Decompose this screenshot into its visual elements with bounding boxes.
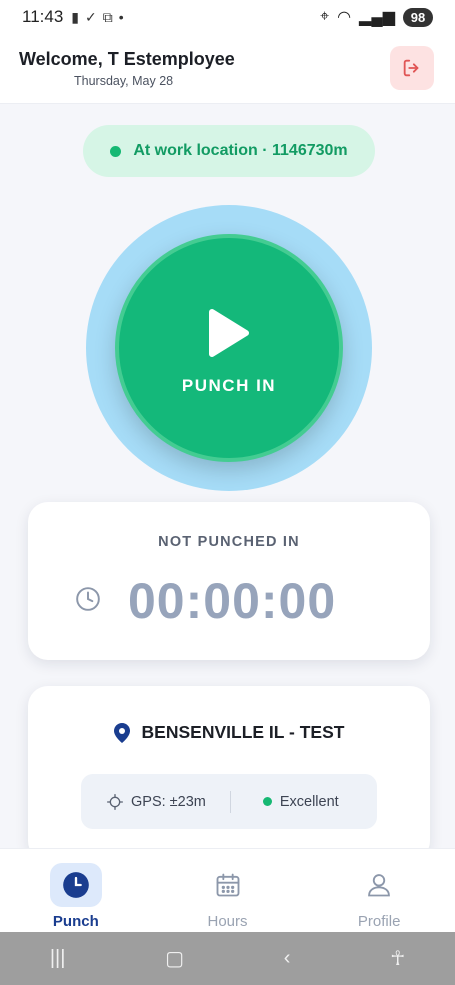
punch-in-label: PUNCH IN [181, 376, 277, 395]
person-icon [368, 874, 391, 897]
punch-status-title: NOT PUNCHED IN [158, 534, 300, 550]
play-icon [209, 309, 249, 357]
check-icon: ✓ [85, 8, 97, 25]
logout-button[interactable] [390, 46, 434, 90]
location-icon: ⌖ [320, 8, 330, 25]
clock-icon [76, 587, 100, 611]
logout-icon [403, 59, 419, 77]
nav-item-hours[interactable]: Hours [152, 849, 304, 932]
welcome-title: Welcome, T Estemployee [19, 49, 235, 69]
dot-icon: • [118, 9, 124, 25]
nav-label-punch: Punch [52, 913, 99, 930]
gps-accuracy: GPS: ±23m [131, 793, 206, 810]
crosshair-icon [107, 793, 123, 810]
gps-quality: Excellent [279, 793, 339, 810]
wifi-icon: ◠ [337, 9, 352, 26]
notification-icons: ▮ ✓ ⧉ • [71, 9, 123, 26]
punch-in-button[interactable]: PUNCH IN [115, 234, 343, 462]
recent-apps-icon[interactable]: ||| [50, 947, 66, 970]
status-time: 11:43 [22, 7, 64, 26]
location-status-text: At work location · 1146730m [133, 142, 348, 159]
divider [229, 790, 231, 813]
home-icon[interactable]: ▢ [165, 946, 184, 971]
system-navigation-bar: ||| ▢ ‹ ☥ [0, 932, 455, 985]
notification-icon: ▮ [71, 8, 79, 25]
work-location-card: BENSENVILLE IL - TEST GPS: ±23m Excellen… [28, 686, 430, 861]
map-pin-icon [113, 722, 130, 743]
bottom-navigation: Punch Hours Profile [0, 848, 455, 932]
status-dot-icon [110, 145, 122, 157]
nav-label-hours: Hours [207, 913, 248, 930]
scan-icon: ⧉ [102, 8, 113, 25]
calendar-icon [216, 873, 239, 897]
status-bar: 11:43 ▮ ✓ ⧉ • ⌖ ◠ ▂▄▆ 98 [0, 0, 455, 34]
current-date: Thursday, May 28 [74, 74, 174, 88]
signal-quality-dot-icon [262, 797, 272, 806]
location-status-badge: At work location · 1146730m [83, 125, 375, 177]
location-name: BENSENVILLE IL - TEST [141, 722, 345, 742]
punch-status-card: NOT PUNCHED IN 00:00:00 [28, 502, 430, 660]
accessibility-icon[interactable]: ☥ [390, 946, 405, 971]
nav-item-profile[interactable]: Profile [303, 849, 455, 932]
clock-icon [62, 872, 89, 898]
signal-icon: ▂▄▆ [359, 9, 395, 26]
back-icon[interactable]: ‹ [284, 947, 291, 970]
nav-label-profile: Profile [357, 913, 401, 930]
nav-item-punch[interactable]: Punch [0, 849, 152, 932]
app-header: Welcome, T Estemployee Thursday, May 28 [0, 34, 455, 104]
gps-info-box: GPS: ±23m Excellent [81, 774, 377, 829]
elapsed-timer: 00:00:00 [128, 573, 337, 629]
battery-indicator: 98 [403, 7, 433, 27]
